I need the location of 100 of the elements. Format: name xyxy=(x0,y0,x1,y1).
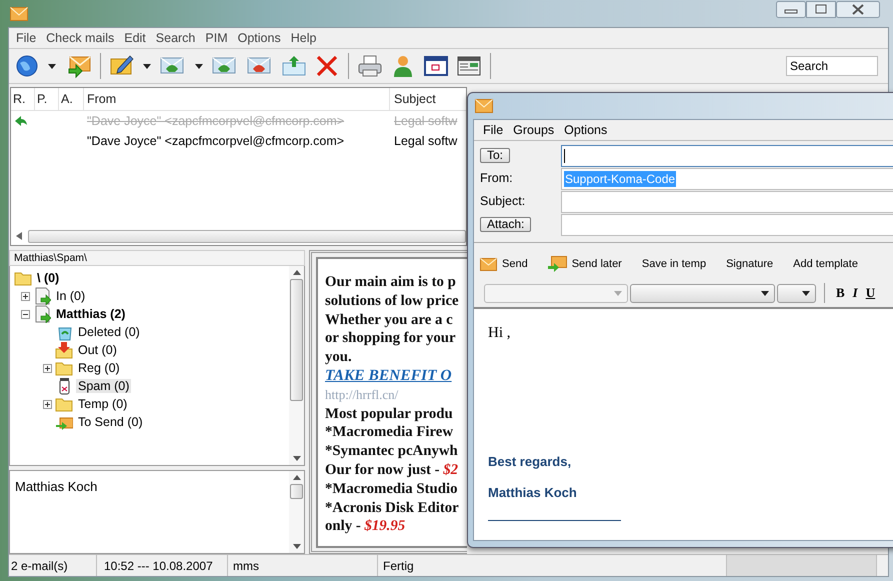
collapse-icon[interactable] xyxy=(21,310,30,318)
body-text: Our for now just - $2 xyxy=(325,460,458,480)
dropdown-icon[interactable] xyxy=(802,290,810,296)
folder-item[interactable]: Temp (0) xyxy=(76,397,130,411)
editor-area[interactable]: Hi , Best regards, Matthias Koch xyxy=(474,309,893,540)
menu-item[interactable]: Options xyxy=(561,123,614,137)
status-text: 10:52 --- 10.08.2007 xyxy=(97,555,228,576)
toolbar-button[interactable]: Save in temp xyxy=(638,256,710,272)
underline-button[interactable]: U xyxy=(862,285,878,301)
maximize-icon[interactable] xyxy=(806,1,836,18)
scroll-down-icon[interactable] xyxy=(292,456,300,461)
menu-item[interactable]: Options xyxy=(234,31,288,45)
layout-icon[interactable] xyxy=(457,54,481,78)
expand-icon[interactable] xyxy=(21,292,30,300)
body-text: *Macromedia Firew xyxy=(325,423,454,442)
field-button[interactable]: Attach: xyxy=(480,216,532,232)
expand-icon[interactable] xyxy=(43,400,52,408)
envelope-icon xyxy=(480,258,497,270)
body-text: *Macromedia Studio xyxy=(325,480,458,499)
menu-item[interactable]: Help xyxy=(288,31,324,45)
scroll-down-icon[interactable] xyxy=(292,544,300,549)
folder-item[interactable]: Matthias (2) xyxy=(54,307,128,321)
delete-icon[interactable] xyxy=(315,54,339,78)
body-text: Whether you are a c xyxy=(325,310,453,330)
upload-box-icon[interactable] xyxy=(282,54,306,78)
signature-text: Best regards, xyxy=(488,454,572,469)
field-button[interactable]: To: xyxy=(480,148,510,162)
column-header[interactable]: Subject xyxy=(390,88,436,110)
menu-item[interactable]: Groups xyxy=(510,123,562,137)
body-text: only - $19.95 xyxy=(325,517,406,536)
folder-item[interactable]: To Send (0) xyxy=(76,415,145,429)
column-header[interactable]: A. xyxy=(59,88,84,110)
minimize-icon[interactable] xyxy=(776,1,806,18)
body-text: *Acronis Disk Editor xyxy=(325,498,459,518)
expand-icon[interactable] xyxy=(43,364,52,372)
globe-icon[interactable] xyxy=(15,54,39,78)
message-row[interactable]: "Dave Joyce" <zapcfmcorpvel@cfmcorp.com> Legal softw xyxy=(11,131,466,151)
window-icon[interactable] xyxy=(424,54,448,78)
column-header[interactable]: R. xyxy=(11,88,35,110)
menu-item[interactable]: Check mails xyxy=(43,31,122,45)
input-field[interactable] xyxy=(561,214,893,236)
italic-button[interactable]: I xyxy=(850,285,861,301)
vertical-scrollbar[interactable] xyxy=(289,266,304,465)
scroll-up-icon[interactable] xyxy=(292,270,300,275)
body-text: Most popular produ xyxy=(325,404,453,424)
input-field[interactable] xyxy=(561,145,893,167)
toolbar-button[interactable]: Send xyxy=(476,256,532,272)
person-icon[interactable] xyxy=(391,54,415,78)
body-text: you. xyxy=(325,348,352,367)
bold-button[interactable]: B xyxy=(833,285,848,301)
body-text: solutions of low price xyxy=(325,292,459,311)
envelope-icon xyxy=(475,99,493,113)
folder-item[interactable]: Spam (0) xyxy=(76,379,132,393)
toolbar-button[interactable]: Add template xyxy=(789,256,862,272)
subject-text: Legal softw xyxy=(393,113,458,130)
input-field[interactable] xyxy=(561,191,893,213)
search-field[interactable]: Search xyxy=(786,56,878,76)
folder-item[interactable]: Out (0) xyxy=(76,343,119,357)
body-text: Our main aim is to p xyxy=(325,273,456,292)
signature-text: Matthias Koch xyxy=(488,485,578,500)
scroll-up-icon[interactable] xyxy=(292,475,300,480)
folder-arrow-icon xyxy=(55,341,73,359)
caret-icon[interactable] xyxy=(48,64,56,68)
sender-text: "Dave Joyce" <zapcfmcorpvel@cfmcorp.com> xyxy=(86,113,346,130)
subject-text: Legal softw xyxy=(393,133,458,150)
caret-icon[interactable] xyxy=(143,64,151,68)
body-text: or shopping for your xyxy=(325,329,456,348)
menu-item[interactable]: Search xyxy=(152,31,202,45)
scrollbar-thumb[interactable] xyxy=(290,484,303,499)
column-header[interactable]: From xyxy=(84,88,390,110)
status-text: 2 e-mail(s) xyxy=(9,555,97,576)
menu-item[interactable]: Edit xyxy=(121,31,153,45)
caret-icon[interactable] xyxy=(195,64,203,68)
menu-item[interactable]: PIM xyxy=(202,31,235,45)
close-icon[interactable] xyxy=(836,1,880,18)
dropdown-icon[interactable] xyxy=(761,290,769,296)
greeting-text: Hi , xyxy=(488,325,512,342)
sender-text: "Dave Joyce" <zapcfmcorpvel@cfmcorp.com> xyxy=(86,133,346,150)
folder-item[interactable]: Deleted (0) xyxy=(76,325,142,339)
menu-item[interactable]: File xyxy=(13,31,44,45)
font-size-dropdown[interactable] xyxy=(777,284,816,302)
vertical-scrollbar[interactable] xyxy=(289,471,304,553)
field-label: From: xyxy=(480,171,513,185)
column-header[interactable]: P. xyxy=(35,88,59,110)
printer-icon[interactable] xyxy=(358,54,382,78)
link[interactable]: TAKE BENEFIT O xyxy=(325,366,452,386)
menu-item[interactable]: File xyxy=(480,123,510,137)
field-label: Subject: xyxy=(480,194,526,208)
scrollbar-thumb[interactable] xyxy=(290,279,303,401)
body-text: *Symantec pcAnywh xyxy=(325,442,458,461)
folder-item[interactable]: Reg (0) xyxy=(76,361,122,375)
folder-path: Matthias\Spam\ xyxy=(9,250,305,266)
toolbar-button[interactable]: Send later xyxy=(544,254,626,274)
contact-name: Matthias Koch xyxy=(14,478,98,496)
status-text: mms xyxy=(228,555,378,576)
scroll-left-icon[interactable] xyxy=(16,232,22,240)
folder-item[interactable]: In (0) xyxy=(54,289,88,303)
folder-item[interactable]: \ (0) xyxy=(35,271,62,285)
envelope-icon xyxy=(10,6,28,20)
toolbar-button[interactable]: Signature xyxy=(722,256,778,272)
